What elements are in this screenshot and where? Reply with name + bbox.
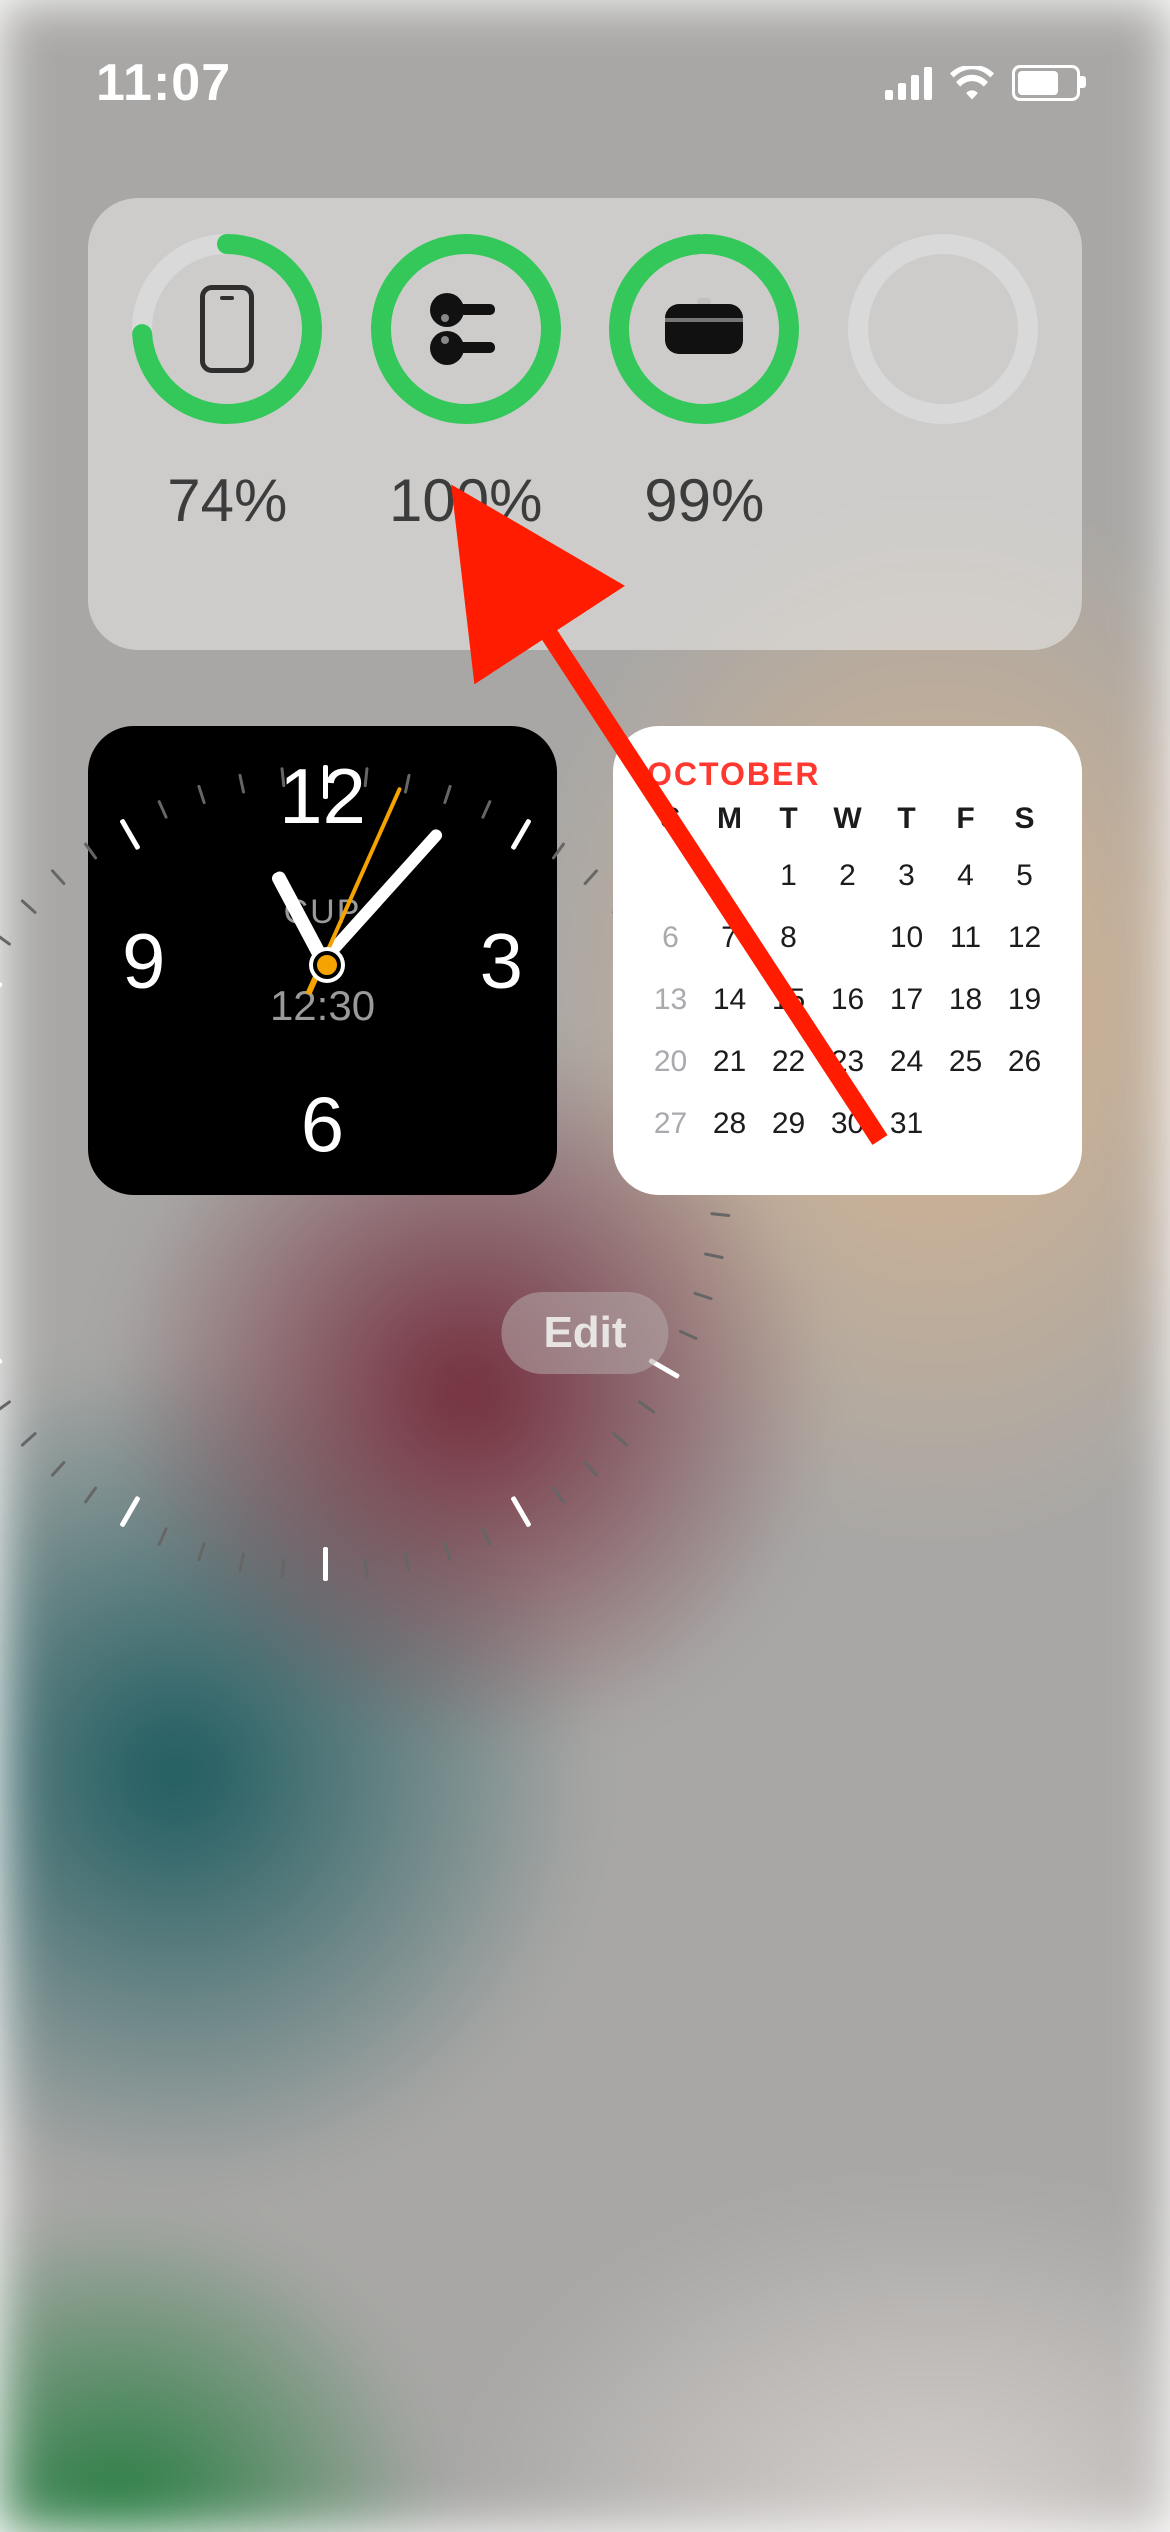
calendar-day: 23 bbox=[818, 1039, 877, 1085]
clock-numeral-12: 12 bbox=[279, 751, 366, 842]
calendar-dow: S bbox=[995, 801, 1054, 837]
calendar-day: 24 bbox=[877, 1039, 936, 1085]
status-indicators bbox=[885, 65, 1080, 101]
clock-numeral-6: 6 bbox=[301, 1079, 344, 1170]
status-time: 11:07 bbox=[96, 53, 231, 113]
clock-numeral-3: 3 bbox=[480, 915, 523, 1006]
battery-percent-label: 100% bbox=[389, 466, 542, 535]
calendar-day: 8 bbox=[759, 915, 818, 961]
calendar-day: 27 bbox=[641, 1101, 700, 1147]
calendar-day: 7 bbox=[700, 915, 759, 961]
calendar-widget[interactable]: OCTOBER SMTWTFS1234567891011121314151617… bbox=[613, 726, 1082, 1195]
edit-button-label: Edit bbox=[543, 1308, 626, 1357]
clock-widget[interactable]: 12 3 6 9 CUP 12:30 bbox=[88, 726, 557, 1195]
calendar-dow: S bbox=[641, 801, 700, 837]
calendar-day: 20 bbox=[641, 1039, 700, 1085]
calendar-day: 22 bbox=[759, 1039, 818, 1085]
calendar-day: 13 bbox=[641, 977, 700, 1023]
calendar-day: 4 bbox=[936, 853, 995, 899]
edit-button[interactable]: Edit bbox=[501, 1292, 668, 1374]
wifi-icon bbox=[950, 66, 994, 100]
calendar-day bbox=[936, 1101, 995, 1147]
calendar-day: 11 bbox=[936, 915, 995, 961]
calendar-month-label: OCTOBER bbox=[647, 756, 1054, 793]
batteries-widget[interactable]: 74% 100% 99% bbox=[88, 198, 1082, 650]
battery-item-3 bbox=[838, 234, 1048, 466]
calendar-day bbox=[700, 853, 759, 899]
battery-icon bbox=[1012, 65, 1080, 101]
calendar-day: 6 bbox=[641, 915, 700, 961]
calendar-day: 26 bbox=[995, 1039, 1054, 1085]
cellular-signal-icon bbox=[885, 66, 932, 100]
calendar-day: 3 bbox=[877, 853, 936, 899]
battery-item-1: 100% bbox=[361, 234, 571, 535]
iphone-icon bbox=[200, 285, 254, 373]
calendar-day-today: 9 bbox=[818, 915, 877, 961]
battery-item-2: 99% bbox=[599, 234, 809, 535]
calendar-dow: M bbox=[700, 801, 759, 837]
calendar-day: 21 bbox=[700, 1039, 759, 1085]
calendar-dow: F bbox=[936, 801, 995, 837]
battery-fill bbox=[1018, 71, 1058, 95]
calendar-day bbox=[995, 1101, 1054, 1147]
calendar-day: 19 bbox=[995, 977, 1054, 1023]
clock-face: 12 3 6 9 CUP 12:30 bbox=[110, 748, 535, 1173]
battery-item-0: 74% bbox=[122, 234, 332, 535]
calendar-day bbox=[641, 853, 700, 899]
calendar-day: 28 bbox=[700, 1101, 759, 1147]
calendar-day: 16 bbox=[818, 977, 877, 1023]
calendar-day: 10 bbox=[877, 915, 936, 961]
calendar-day: 17 bbox=[877, 977, 936, 1023]
airpods-case-icon bbox=[665, 304, 743, 354]
calendar-day: 5 bbox=[995, 853, 1054, 899]
clock-center-pivot bbox=[313, 951, 341, 979]
battery-percent-label: 74% bbox=[167, 466, 287, 535]
calendar-day: 15 bbox=[759, 977, 818, 1023]
calendar-day: 2 bbox=[818, 853, 877, 899]
calendar-day: 1 bbox=[759, 853, 818, 899]
calendar-day: 12 bbox=[995, 915, 1054, 961]
calendar-day: 14 bbox=[700, 977, 759, 1023]
calendar-day: 25 bbox=[936, 1039, 995, 1085]
airpods-icon bbox=[427, 288, 505, 370]
calendar-day: 18 bbox=[936, 977, 995, 1023]
clock-numeral-9: 9 bbox=[122, 915, 165, 1006]
battery-percent-label: 99% bbox=[644, 466, 764, 535]
calendar-grid: SMTWTFS123456789101112131415161718192021… bbox=[641, 801, 1054, 1147]
calendar-day: 31 bbox=[877, 1101, 936, 1147]
calendar-dow: T bbox=[759, 801, 818, 837]
clock-digital-time: 12:30 bbox=[270, 982, 375, 1030]
calendar-day: 30 bbox=[818, 1101, 877, 1147]
calendar-dow: W bbox=[818, 801, 877, 837]
calendar-dow: T bbox=[877, 801, 936, 837]
status-bar: 11:07 bbox=[0, 38, 1170, 128]
calendar-day: 29 bbox=[759, 1101, 818, 1147]
